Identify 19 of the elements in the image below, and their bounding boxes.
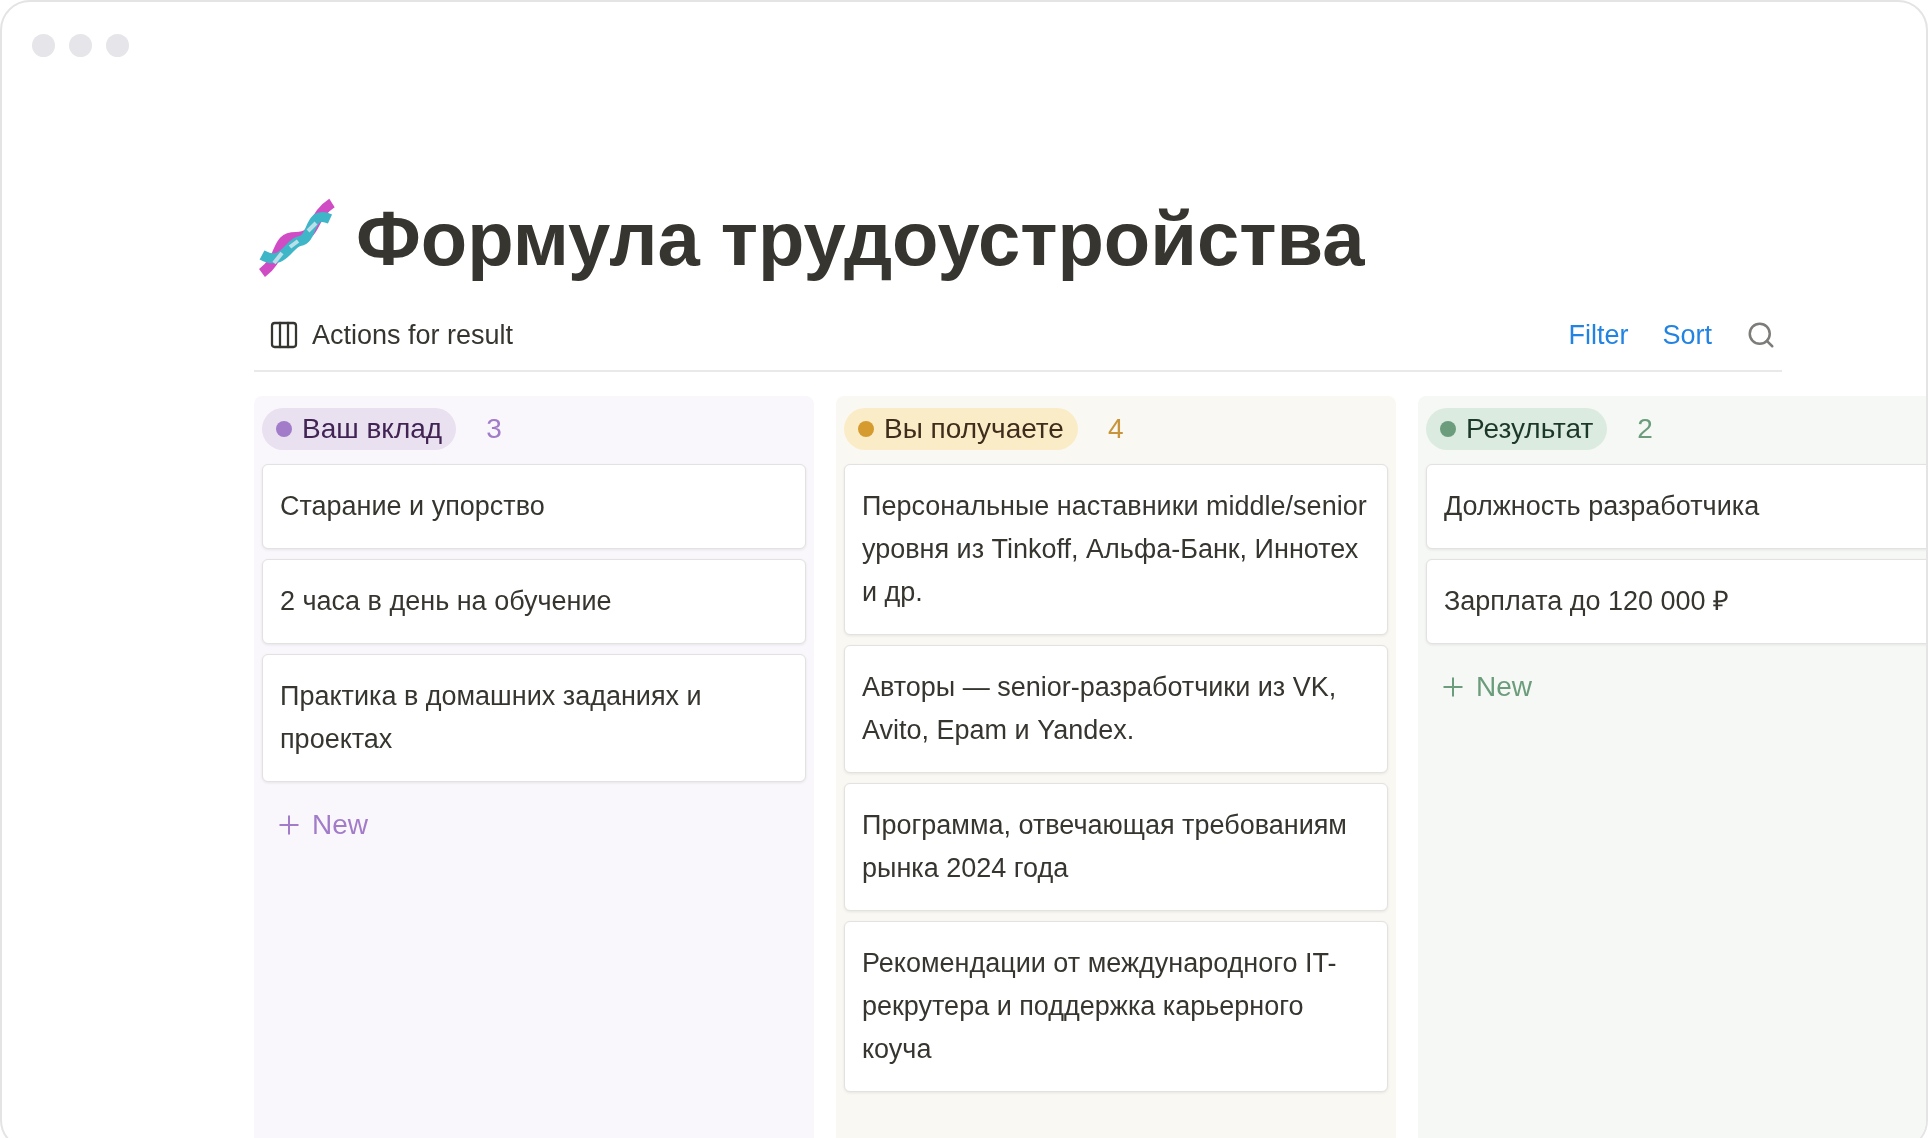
column-title: Результат: [1466, 411, 1594, 446]
filter-button[interactable]: Filter: [1568, 315, 1629, 356]
board-card[interactable]: Практика в домашних заданиях и проектах: [262, 653, 806, 782]
search-icon[interactable]: [1746, 320, 1776, 351]
column-count: 2: [1637, 411, 1653, 446]
view-tab[interactable]: Actions for result: [312, 315, 514, 356]
sort-button[interactable]: Sort: [1662, 315, 1712, 356]
board-card[interactable]: Старание и упорство: [262, 463, 806, 549]
board-card[interactable]: Должность разработчика: [1426, 463, 1926, 549]
board-card[interactable]: Персональные наставники middle/senior уровня из Tinkoff, Альфа-Банк, Иннотех и др.: [844, 463, 1388, 635]
column-title: Ваш вклад: [302, 411, 443, 446]
board-card[interactable]: Программа, отвечающая требованиям рынка 2024 года: [844, 782, 1388, 911]
column-title: Вы получаете: [884, 411, 1064, 446]
board-card[interactable]: 2 часа в день на обучение: [262, 558, 806, 644]
board-card[interactable]: Рекомендации от международного IT-рекрутера и поддержка карьерного коуча: [844, 920, 1388, 1092]
column-count: 4: [1107, 411, 1124, 446]
board-card[interactable]: Зарплата до 120 000 ₽: [1426, 558, 1926, 644]
column-count: 3: [486, 411, 502, 446]
board-card[interactable]: Авторы — senior-разработчики из VK, Avito, Epam и Yandex.: [844, 644, 1388, 773]
